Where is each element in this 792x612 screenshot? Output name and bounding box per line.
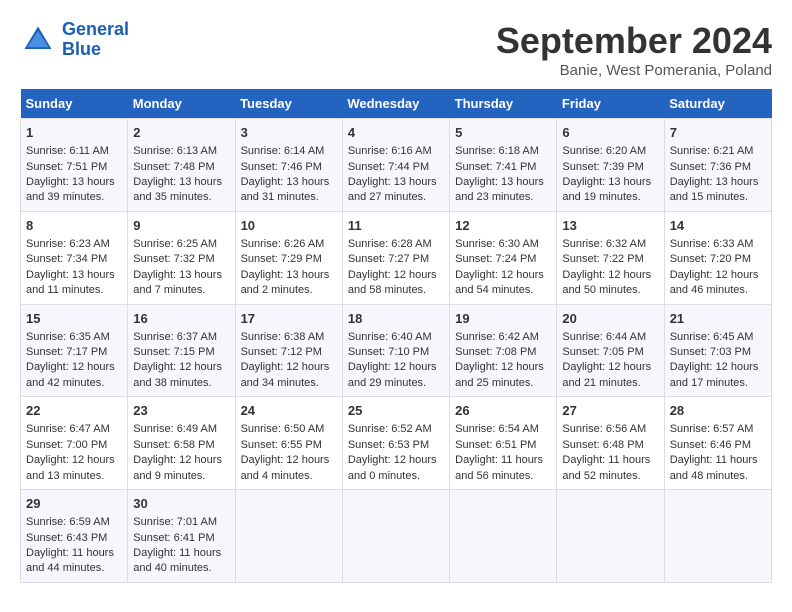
table-row: 20Sunrise: 6:44 AMSunset: 7:05 PMDayligh… — [557, 304, 664, 397]
col-friday: Friday — [557, 89, 664, 119]
table-row: 24Sunrise: 6:50 AMSunset: 6:55 PMDayligh… — [235, 397, 342, 490]
table-row: 6Sunrise: 6:20 AMSunset: 7:39 PMDaylight… — [557, 119, 664, 212]
table-row: 27Sunrise: 6:56 AMSunset: 6:48 PMDayligh… — [557, 397, 664, 490]
table-row: 1Sunrise: 6:11 AMSunset: 7:51 PMDaylight… — [21, 119, 128, 212]
col-tuesday: Tuesday — [235, 89, 342, 119]
table-row: 17Sunrise: 6:38 AMSunset: 7:12 PMDayligh… — [235, 304, 342, 397]
table-row: 15Sunrise: 6:35 AMSunset: 7:17 PMDayligh… — [21, 304, 128, 397]
title-block: September 2024 Banie, West Pomerania, Po… — [496, 20, 772, 79]
logo-icon — [20, 22, 56, 58]
table-row: 4Sunrise: 6:16 AMSunset: 7:44 PMDaylight… — [342, 119, 449, 212]
col-monday: Monday — [128, 89, 235, 119]
table-row — [342, 490, 449, 583]
logo-text: General Blue — [62, 20, 129, 60]
table-row: 26Sunrise: 6:54 AMSunset: 6:51 PMDayligh… — [450, 397, 557, 490]
table-row: 13Sunrise: 6:32 AMSunset: 7:22 PMDayligh… — [557, 211, 664, 304]
calendar-table: Sunday Monday Tuesday Wednesday Thursday… — [20, 89, 772, 583]
table-row: 7Sunrise: 6:21 AMSunset: 7:36 PMDaylight… — [664, 119, 771, 212]
table-row — [557, 490, 664, 583]
logo: General Blue — [20, 20, 129, 60]
table-row: 8Sunrise: 6:23 AMSunset: 7:34 PMDaylight… — [21, 211, 128, 304]
col-sunday: Sunday — [21, 89, 128, 119]
table-row: 29Sunrise: 6:59 AMSunset: 6:43 PMDayligh… — [21, 490, 128, 583]
logo-line2: Blue — [62, 39, 101, 59]
col-saturday: Saturday — [664, 89, 771, 119]
table-row — [664, 490, 771, 583]
table-row: 11Sunrise: 6:28 AMSunset: 7:27 PMDayligh… — [342, 211, 449, 304]
table-row: 23Sunrise: 6:49 AMSunset: 6:58 PMDayligh… — [128, 397, 235, 490]
table-row: 28Sunrise: 6:57 AMSunset: 6:46 PMDayligh… — [664, 397, 771, 490]
table-row — [235, 490, 342, 583]
table-row: 25Sunrise: 6:52 AMSunset: 6:53 PMDayligh… — [342, 397, 449, 490]
table-row: 9Sunrise: 6:25 AMSunset: 7:32 PMDaylight… — [128, 211, 235, 304]
table-row: 14Sunrise: 6:33 AMSunset: 7:20 PMDayligh… — [664, 211, 771, 304]
table-row: 16Sunrise: 6:37 AMSunset: 7:15 PMDayligh… — [128, 304, 235, 397]
calendar-header-row: Sunday Monday Tuesday Wednesday Thursday… — [21, 89, 772, 119]
table-row: 10Sunrise: 6:26 AMSunset: 7:29 PMDayligh… — [235, 211, 342, 304]
table-row: 5Sunrise: 6:18 AMSunset: 7:41 PMDaylight… — [450, 119, 557, 212]
location-subtitle: Banie, West Pomerania, Poland — [496, 62, 772, 79]
table-row: 21Sunrise: 6:45 AMSunset: 7:03 PMDayligh… — [664, 304, 771, 397]
col-thursday: Thursday — [450, 89, 557, 119]
table-row: 19Sunrise: 6:42 AMSunset: 7:08 PMDayligh… — [450, 304, 557, 397]
page-header: General Blue September 2024 Banie, West … — [20, 20, 772, 79]
logo-line1: General — [62, 19, 129, 39]
table-row: 30Sunrise: 7:01 AMSunset: 6:41 PMDayligh… — [128, 490, 235, 583]
table-row: 2Sunrise: 6:13 AMSunset: 7:48 PMDaylight… — [128, 119, 235, 212]
table-row — [450, 490, 557, 583]
table-row: 22Sunrise: 6:47 AMSunset: 7:00 PMDayligh… — [21, 397, 128, 490]
col-wednesday: Wednesday — [342, 89, 449, 119]
table-row: 18Sunrise: 6:40 AMSunset: 7:10 PMDayligh… — [342, 304, 449, 397]
month-title: September 2024 — [496, 20, 772, 62]
table-row: 3Sunrise: 6:14 AMSunset: 7:46 PMDaylight… — [235, 119, 342, 212]
table-row: 12Sunrise: 6:30 AMSunset: 7:24 PMDayligh… — [450, 211, 557, 304]
